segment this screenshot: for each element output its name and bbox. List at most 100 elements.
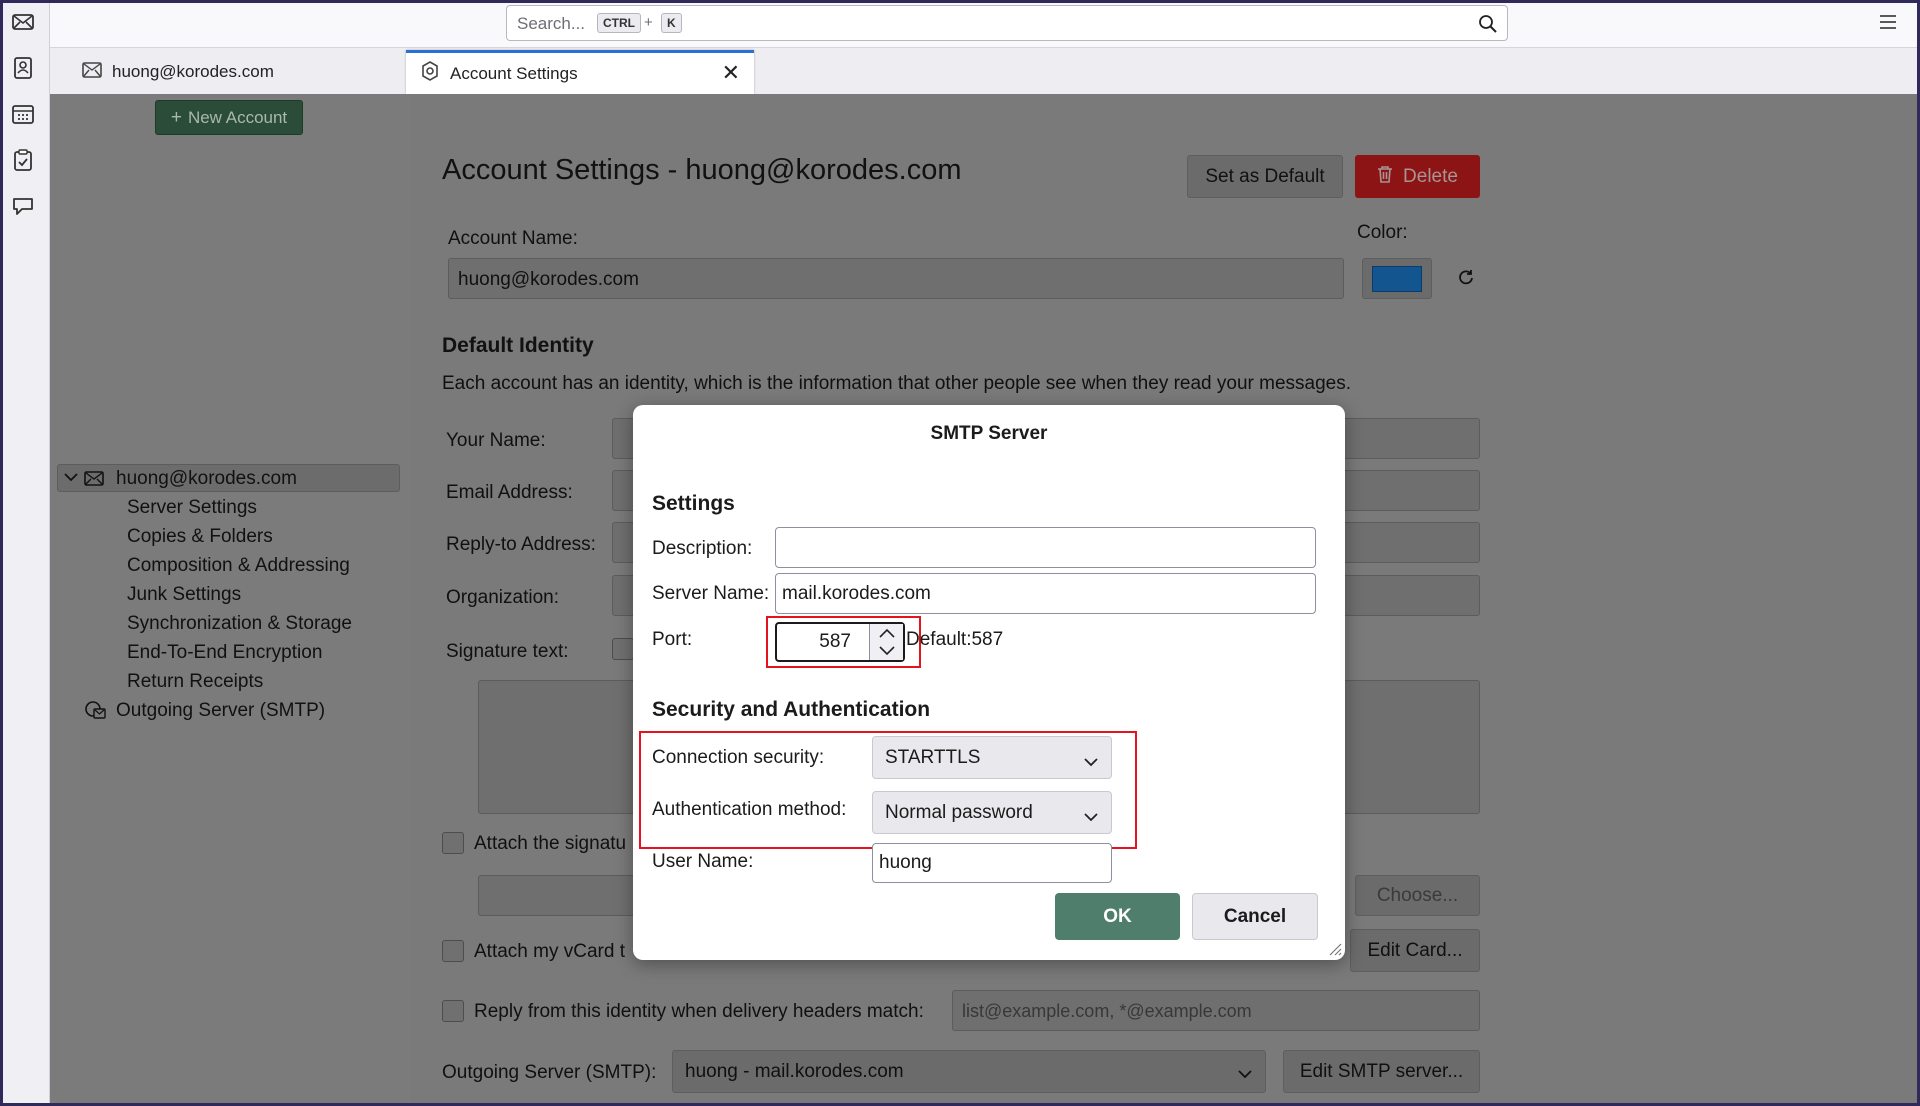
reply-from-checkbox[interactable] bbox=[442, 1000, 464, 1022]
edit-card-button[interactable]: Edit Card... bbox=[1350, 929, 1480, 972]
tab-account-settings-label: Account Settings bbox=[450, 63, 578, 83]
user-name-label: User Name: bbox=[652, 851, 754, 872]
tree-item-e2e-encryption[interactable]: End-To-End Encryption bbox=[127, 642, 322, 664]
tree-item-junk-settings[interactable]: Junk Settings bbox=[127, 584, 241, 606]
outgoing-server-value: huong - mail.korodes.com bbox=[685, 1060, 904, 1082]
connection-security-select[interactable]: STARTTLS bbox=[872, 736, 1112, 779]
shortcut-plus: + bbox=[644, 14, 653, 31]
color-picker[interactable] bbox=[1362, 258, 1432, 299]
security-heading: Security and Authentication bbox=[652, 698, 931, 721]
chat-icon[interactable] bbox=[10, 193, 36, 219]
chevron-down-icon bbox=[1237, 1064, 1253, 1086]
smtp-server-dialog: SMTP Server Settings Description: Server… bbox=[633, 405, 1345, 960]
outgoing-server-select[interactable]: huong - mail.korodes.com bbox=[672, 1050, 1266, 1093]
tree-item-copies-folders[interactable]: Copies & Folders bbox=[127, 526, 273, 548]
account-tree-label: huong@korodes.com bbox=[116, 468, 297, 489]
description-label: Description: bbox=[652, 538, 753, 559]
user-name-value: huong bbox=[879, 852, 932, 873]
description-input[interactable] bbox=[775, 527, 1316, 568]
chevron-down-icon bbox=[1083, 752, 1099, 774]
ok-button[interactable]: OK bbox=[1055, 893, 1180, 940]
search-icon[interactable] bbox=[1478, 14, 1498, 39]
page-title: Account Settings - huong@korodes.com bbox=[442, 154, 962, 186]
reply-from-input[interactable]: list@example.com, *@example.com bbox=[952, 990, 1480, 1031]
email-address-label: Email Address: bbox=[446, 482, 573, 503]
tree-item-composition[interactable]: Composition & Addressing bbox=[127, 555, 350, 577]
user-name-input[interactable]: huong bbox=[872, 843, 1112, 883]
trash-icon bbox=[1377, 165, 1393, 189]
outgoing-server-icon bbox=[84, 700, 106, 725]
connection-security-value: STARTTLS bbox=[885, 746, 981, 768]
search-placeholder: Search... bbox=[517, 14, 586, 33]
spaces-toolbar bbox=[0, 0, 50, 1106]
signature-file-input[interactable] bbox=[478, 875, 638, 916]
delete-button[interactable]: Delete bbox=[1355, 155, 1480, 198]
delete-label: Delete bbox=[1403, 165, 1458, 187]
account-color-swatch bbox=[1372, 265, 1422, 292]
plus-icon: + bbox=[170, 106, 182, 128]
resize-grip-icon[interactable] bbox=[1326, 940, 1342, 961]
set-default-button[interactable]: Set as Default bbox=[1187, 155, 1343, 198]
mail-icon bbox=[82, 61, 102, 83]
reply-from-label: Reply from this identity when delivery h… bbox=[474, 1001, 924, 1022]
address-book-icon[interactable] bbox=[10, 55, 36, 81]
tab-bar: huong@korodes.com Account Settings ✕ bbox=[50, 48, 1920, 94]
auth-method-value: Normal password bbox=[885, 801, 1033, 823]
edit-smtp-server-button[interactable]: Edit SMTP server... bbox=[1283, 1050, 1480, 1093]
your-name-label: Your Name: bbox=[446, 430, 546, 451]
search-input[interactable]: Search... CTRL + K bbox=[506, 5, 1508, 41]
auth-method-label: Authentication method: bbox=[652, 799, 847, 820]
reply-to-label: Reply-to Address: bbox=[446, 534, 596, 555]
auth-method-select[interactable]: Normal password bbox=[872, 791, 1112, 834]
default-identity-heading: Default Identity bbox=[442, 334, 594, 357]
cancel-button[interactable]: Cancel bbox=[1192, 893, 1318, 940]
attach-vcard-checkbox[interactable] bbox=[442, 940, 464, 962]
top-toolbar: Search... CTRL + K bbox=[50, 0, 1920, 48]
color-label: Color: bbox=[1357, 222, 1408, 243]
chevron-down-icon[interactable] bbox=[64, 470, 78, 488]
reset-color-icon[interactable] bbox=[1456, 268, 1476, 293]
account-name-label: Account Name: bbox=[448, 228, 578, 249]
new-account-button[interactable]: + New Account bbox=[155, 100, 303, 135]
outgoing-server-label: Outgoing Server (SMTP): bbox=[442, 1062, 657, 1083]
server-name-value: mail.korodes.com bbox=[782, 582, 931, 604]
new-account-label: New Account bbox=[187, 107, 288, 127]
choose-button[interactable]: Choose... bbox=[1355, 875, 1480, 916]
chevron-down-icon bbox=[1083, 807, 1099, 829]
calendar-icon[interactable] bbox=[10, 101, 36, 127]
account-mail-icon bbox=[84, 471, 104, 491]
tab-mail-label: huong@korodes.com bbox=[112, 62, 274, 81]
connection-security-label: Connection security: bbox=[652, 747, 825, 768]
account-name-input[interactable]: huong@korodes.com bbox=[448, 258, 1344, 299]
tab-mail[interactable]: huong@korodes.com bbox=[66, 50, 396, 94]
server-name-input[interactable]: mail.korodes.com bbox=[775, 573, 1316, 614]
reply-from-placeholder: list@example.com, *@example.com bbox=[962, 1001, 1252, 1021]
account-name-value: huong@korodes.com bbox=[458, 269, 639, 290]
organization-label: Organization: bbox=[446, 587, 560, 608]
settings-heading: Settings bbox=[652, 492, 735, 515]
port-default-text: Default:587 bbox=[906, 629, 1004, 650]
tree-item-server-settings[interactable]: Server Settings bbox=[127, 497, 257, 519]
identity-description: Each account has an identity, which is t… bbox=[442, 373, 1352, 394]
attach-signature-checkbox[interactable] bbox=[442, 832, 464, 854]
tab-account-settings[interactable]: Account Settings ✕ bbox=[406, 50, 754, 94]
tree-item-outgoing-server[interactable]: Outgoing Server (SMTP) bbox=[116, 700, 325, 722]
dialog-title: SMTP Server bbox=[930, 423, 1048, 444]
tree-item-return-receipts[interactable]: Return Receipts bbox=[127, 671, 263, 693]
attach-signature-label: Attach the signatu bbox=[474, 833, 627, 854]
mail-icon[interactable] bbox=[10, 9, 36, 35]
signature-html-checkbox[interactable] bbox=[612, 638, 634, 660]
menu-icon[interactable] bbox=[1878, 13, 1898, 36]
port-spinner[interactable] bbox=[869, 624, 903, 660]
close-tab-icon[interactable]: ✕ bbox=[722, 60, 740, 86]
server-name-label: Server Name: bbox=[652, 583, 770, 604]
port-label: Port: bbox=[652, 629, 693, 650]
port-value: 587 bbox=[819, 631, 851, 652]
tasks-icon[interactable] bbox=[10, 147, 36, 173]
shortcut-ctrl: CTRL bbox=[597, 13, 641, 33]
settings-icon bbox=[420, 61, 440, 86]
shortcut-key: K bbox=[661, 13, 682, 33]
signature-text-label: Signature text: bbox=[446, 641, 569, 662]
attach-vcard-label: Attach my vCard t bbox=[474, 941, 625, 962]
tree-item-synchronization[interactable]: Synchronization & Storage bbox=[127, 613, 352, 635]
